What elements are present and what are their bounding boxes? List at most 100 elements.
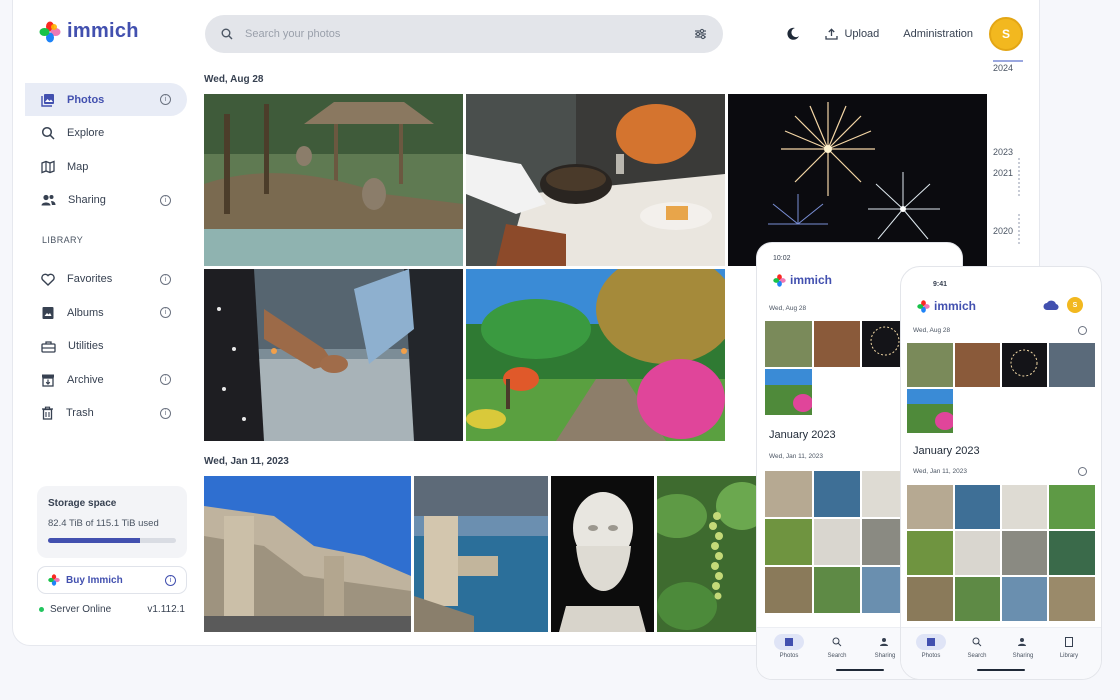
phone-nav-search[interactable]: Search xyxy=(957,634,997,659)
phone-thumbnail[interactable] xyxy=(1049,577,1095,621)
sidebar-item-sharing[interactable]: Sharing i xyxy=(25,184,187,217)
album-icon xyxy=(42,306,54,319)
sidebar-item-photos[interactable]: Photos i xyxy=(25,83,187,116)
sidebar-item-label: Utilities xyxy=(68,340,104,352)
sidebar: Photos i Explore Map Sharing i LIBRARY F… xyxy=(25,83,187,430)
select-check-icon[interactable] xyxy=(1078,326,1087,335)
phone-status-time: 9:41 xyxy=(933,281,948,288)
monkey-jungle-photo xyxy=(204,94,463,266)
info-icon[interactable]: i xyxy=(160,273,171,285)
info-icon[interactable]: i xyxy=(160,407,171,419)
phone-nav-sharing[interactable]: Sharing xyxy=(865,634,905,659)
info-icon[interactable]: i xyxy=(160,374,171,385)
search-icon xyxy=(822,634,852,650)
photo-thumbnail[interactable] xyxy=(466,269,725,441)
sidebar-item-albums[interactable]: Albums i xyxy=(25,296,187,329)
sidebar-item-label: Favorites xyxy=(67,273,113,285)
phone-nav-label: Sharing xyxy=(1012,653,1034,659)
date-group-heading[interactable]: Wed, Jan 11, 2023 xyxy=(204,456,289,467)
phone-nav-photos[interactable]: Photos xyxy=(769,634,809,659)
search-bar[interactable] xyxy=(205,15,723,53)
sidebar-item-trash[interactable]: Trash i xyxy=(25,397,187,430)
photo-thumbnail[interactable] xyxy=(728,94,987,266)
holding-hands-photo xyxy=(204,269,463,441)
phone-thumbnail[interactable] xyxy=(1049,343,1095,387)
sidebar-item-favorites[interactable]: Favorites i xyxy=(25,263,187,296)
immich-logo-icon xyxy=(48,574,60,586)
phone-thumbnail[interactable] xyxy=(814,567,860,613)
theme-toggle-button[interactable] xyxy=(779,20,807,48)
buy-immich-button[interactable]: Buy Immich i xyxy=(37,566,187,594)
photo-thumbnail[interactable] xyxy=(204,269,463,441)
phone-nav-search[interactable]: Search xyxy=(817,634,857,659)
moon-icon xyxy=(787,27,800,40)
sidebar-item-map[interactable]: Map xyxy=(25,150,187,183)
phone-thumbnail[interactable] xyxy=(1049,485,1095,529)
info-icon[interactable]: i xyxy=(160,194,171,206)
phone-thumbnail[interactable] xyxy=(765,321,812,367)
select-check-icon[interactable] xyxy=(1078,467,1087,476)
phone-thumbnail[interactable] xyxy=(814,321,860,367)
phone-nav-library[interactable]: Library xyxy=(1049,634,1089,659)
phone-bottom-nav: Photos Search Sharing Library xyxy=(901,627,1101,679)
photo-thumbnail[interactable] xyxy=(204,94,463,266)
timeline-year[interactable]: 2023 xyxy=(993,147,1013,157)
sidebar-item-label: Photos xyxy=(67,93,105,106)
photo-thumbnail[interactable] xyxy=(414,476,548,632)
date-group-heading[interactable]: Wed, Aug 28 xyxy=(204,74,263,85)
phone-thumbnail[interactable] xyxy=(1002,531,1047,575)
sidebar-item-utilities[interactable]: Utilities xyxy=(25,330,187,363)
phone-thumbnail[interactable] xyxy=(765,369,812,415)
phone-date-heading: Wed, Jan 11, 2023 xyxy=(913,468,967,475)
cloud-backup-icon[interactable] xyxy=(1043,299,1059,311)
phone-thumbnail[interactable] xyxy=(765,471,812,517)
photo-thumbnail[interactable] xyxy=(551,476,654,632)
phone-thumbnail[interactable] xyxy=(907,577,953,621)
phone-thumbnail[interactable] xyxy=(814,471,860,517)
immich-logo-icon xyxy=(39,21,61,42)
storage-panel: Storage space 82.4 TiB of 115.1 TiB used xyxy=(37,486,187,558)
app-logo[interactable]: immich xyxy=(39,20,139,43)
phone-thumbnail[interactable] xyxy=(907,485,953,529)
phone-nav-label: Sharing xyxy=(874,653,896,659)
phone-thumbnail[interactable] xyxy=(955,577,1000,621)
user-avatar[interactable]: S xyxy=(989,17,1023,51)
map-icon xyxy=(41,160,55,173)
sidebar-item-archive[interactable]: Archive i xyxy=(25,363,187,396)
filter-sliders-icon[interactable] xyxy=(694,28,707,40)
phone-thumbnail[interactable] xyxy=(907,389,953,433)
buy-label: Buy Immich xyxy=(66,574,123,586)
upload-label: Upload xyxy=(844,28,880,40)
timeline-year[interactable]: 2020 xyxy=(993,226,1013,236)
phone-user-avatar[interactable]: S xyxy=(1067,297,1083,313)
phone-thumbnail[interactable] xyxy=(1002,343,1047,387)
photo-thumbnail[interactable] xyxy=(657,476,762,632)
info-icon[interactable]: i xyxy=(165,574,176,586)
upload-button[interactable]: Upload xyxy=(825,28,879,40)
photo-thumbnail[interactable] xyxy=(204,476,411,632)
people-icon xyxy=(1008,634,1038,650)
phone-thumbnail[interactable] xyxy=(814,519,860,565)
phone-thumbnail[interactable] xyxy=(955,531,1000,575)
timeline-year[interactable]: 2024 xyxy=(993,63,1013,73)
dinner-table-photo xyxy=(466,94,725,266)
phone-thumbnail[interactable] xyxy=(955,485,1000,529)
phone-thumbnail[interactable] xyxy=(765,519,812,565)
phone-thumbnail[interactable] xyxy=(1049,531,1095,575)
sidebar-item-explore[interactable]: Explore xyxy=(25,117,187,150)
info-icon[interactable]: i xyxy=(160,94,171,105)
phone-nav-photos[interactable]: Photos xyxy=(911,634,951,659)
phone-thumbnail[interactable] xyxy=(907,531,953,575)
info-icon[interactable]: i xyxy=(160,307,171,318)
phone-thumbnail[interactable] xyxy=(955,343,1000,387)
search-input[interactable] xyxy=(245,28,694,40)
phone-thumbnail[interactable] xyxy=(1002,577,1047,621)
phone-thumbnail[interactable] xyxy=(907,343,953,387)
photo-thumbnail[interactable] xyxy=(466,94,725,266)
phone-thumbnail[interactable] xyxy=(1002,485,1047,529)
administration-button[interactable]: Administration xyxy=(903,28,973,40)
phone-thumbnail[interactable] xyxy=(765,567,812,613)
timeline-year[interactable]: 2021 xyxy=(993,168,1013,178)
phone-nav-sharing[interactable]: Sharing xyxy=(1003,634,1043,659)
phone-app-name: immich xyxy=(934,299,977,313)
